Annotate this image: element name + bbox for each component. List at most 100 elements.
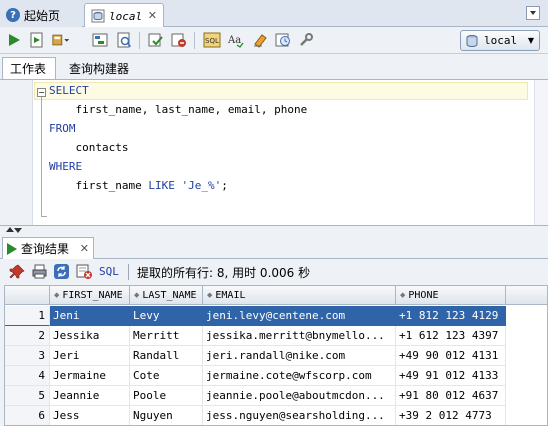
- cell-email[interactable]: jeni.levy@centene.com: [203, 306, 396, 326]
- toolbar-separator: [194, 32, 195, 49]
- autotrace-icon[interactable]: [115, 31, 133, 49]
- history-icon[interactable]: [274, 31, 292, 49]
- column-header-filler: [506, 286, 547, 305]
- cell-phone[interactable]: +39 2 012 4773: [396, 406, 506, 425]
- cell-phone[interactable]: +1 812 123 4129: [396, 306, 506, 326]
- table-row[interactable]: 1 Jeni Levy jeni.levy@centene.com +1 812 123…: [5, 306, 547, 326]
- column-header-label: PHONE: [408, 290, 439, 301]
- table-row[interactable]: 4 Jermaine Cote jermaine.cote@wfscorp.com +4…: [5, 366, 547, 386]
- tab-local-worksheet[interactable]: local ✕: [84, 3, 164, 28]
- sql-text: first_name, last_name, email, phone: [75, 103, 308, 116]
- current-line-highlight: [34, 82, 528, 100]
- code-line: FROM: [49, 120, 76, 138]
- code-line: contacts: [49, 139, 129, 157]
- results-toolbar: SQL 提取的所有行: 8, 用时 0.006 秒: [0, 259, 548, 284]
- column-header-first-name[interactable]: ◆ FIRST_NAME: [50, 286, 130, 305]
- fold-guide-end: [41, 216, 47, 217]
- tab-label: 查询构建器: [69, 61, 130, 76]
- results-tab-bar: 查询结果 ✕: [0, 235, 548, 259]
- pin-icon[interactable]: [9, 263, 26, 280]
- cell-phone[interactable]: +91 80 012 4637: [396, 386, 506, 406]
- rollback-icon[interactable]: [170, 31, 188, 49]
- commit-dropdown-icon[interactable]: [52, 31, 70, 49]
- cell-email[interactable]: jeri.randall@nike.com: [203, 346, 396, 366]
- database-icon: [466, 34, 478, 47]
- explain-plan-icon[interactable]: [91, 31, 109, 49]
- cell-last-name[interactable]: Levy: [130, 306, 203, 326]
- cell-phone[interactable]: +1 612 123 4397: [396, 326, 506, 346]
- format-icon[interactable]: Aa: [227, 31, 245, 49]
- tab-list-menu-icon[interactable]: [526, 6, 540, 20]
- column-header-label: FIRST_NAME: [62, 290, 123, 301]
- cell-first-name[interactable]: Jeannie: [50, 386, 130, 406]
- svg-text:Aa: Aa: [228, 35, 241, 46]
- table-row[interactable]: 5 Jeannie Poole jeannie.poole@aboutmcdon...…: [5, 386, 547, 406]
- cell-phone[interactable]: +49 91 012 4133: [396, 366, 506, 386]
- cell-first-name[interactable]: Jermaine: [50, 366, 130, 386]
- cell-last-name[interactable]: Cote: [130, 366, 203, 386]
- play-icon: [7, 242, 17, 255]
- help-icon: ?: [6, 8, 20, 22]
- cell-last-name[interactable]: Poole: [130, 386, 203, 406]
- editor-gutter: [0, 80, 33, 226]
- sort-icon: ◆: [134, 291, 140, 299]
- chevron-down-icon: ▼: [527, 36, 534, 45]
- tab-query-builder[interactable]: 查询构建器: [62, 57, 136, 79]
- cell-phone[interactable]: +49 90 012 4131: [396, 346, 506, 366]
- column-header-email[interactable]: ◆ EMAIL: [203, 286, 396, 305]
- row-number-header: [5, 286, 50, 305]
- close-icon[interactable]: ✕: [80, 242, 89, 255]
- cell-last-name[interactable]: Randall: [130, 346, 203, 366]
- row-number[interactable]: 5: [5, 386, 50, 406]
- tab-worksheet[interactable]: 工作表: [2, 57, 56, 79]
- row-number[interactable]: 2: [5, 326, 50, 346]
- cell-first-name[interactable]: Jessika: [50, 326, 130, 346]
- cell-email[interactable]: jess.nguyen@searsholding...: [203, 406, 396, 425]
- sql-tuning-icon[interactable]: SQL: [203, 31, 221, 49]
- row-number[interactable]: 1: [5, 306, 50, 326]
- sql-text: ;: [221, 179, 228, 192]
- cell-first-name[interactable]: Jeri: [50, 346, 130, 366]
- row-number[interactable]: 6: [5, 406, 50, 425]
- run-script-icon[interactable]: [28, 31, 46, 49]
- table-row[interactable]: 3 Jeri Randall jeri.randall@nike.com +49 90 …: [5, 346, 547, 366]
- column-header-phone[interactable]: ◆ PHONE: [396, 286, 506, 305]
- pane-splitter[interactable]: [0, 225, 548, 235]
- tab-label: local: [109, 9, 143, 23]
- code-line: SELECT: [49, 82, 89, 100]
- run-statement-icon[interactable]: [5, 31, 23, 49]
- close-icon[interactable]: ✕: [148, 9, 157, 22]
- cell-email[interactable]: jessika.merritt@bnymello...: [203, 326, 396, 346]
- refresh-icon[interactable]: [53, 263, 70, 280]
- table-row[interactable]: 2 Jessika Merritt jessika.merritt@bnymello.…: [5, 326, 547, 346]
- sql-editor[interactable]: − SELECT first_name, last_name, email, p…: [0, 79, 548, 226]
- cell-email[interactable]: jermaine.cote@wfscorp.com: [203, 366, 396, 386]
- row-number[interactable]: 3: [5, 346, 50, 366]
- cell-first-name[interactable]: Jeni: [50, 306, 130, 326]
- results-grid[interactable]: ◆ FIRST_NAME ◆ LAST_NAME ◆ EMAIL ◆ PHONE 1 Je…: [4, 285, 548, 426]
- cell-last-name[interactable]: Merritt: [130, 326, 203, 346]
- sort-icon: ◆: [400, 291, 406, 299]
- collapse-down-icon[interactable]: [14, 228, 22, 233]
- connection-name: local: [484, 34, 518, 47]
- clear-icon[interactable]: [251, 31, 269, 49]
- document-tab-bar: ? 起始页 local ✕: [0, 0, 548, 28]
- fold-toggle-icon[interactable]: −: [37, 88, 46, 97]
- cell-first-name[interactable]: Jess: [50, 406, 130, 425]
- tab-query-result[interactable]: 查询结果 ✕: [2, 237, 94, 259]
- table-row[interactable]: 6 Jess Nguyen jess.nguyen@searsholding... +3…: [5, 406, 547, 425]
- collapse-up-icon[interactable]: [6, 227, 14, 232]
- row-number[interactable]: 4: [5, 366, 50, 386]
- cancel-query-icon[interactable]: [76, 263, 93, 280]
- tab-start-page[interactable]: ? 起始页: [0, 3, 82, 27]
- sql-string: 'Je_%': [181, 179, 222, 192]
- cell-email[interactable]: jeannie.poole@aboutmcdon...: [203, 386, 396, 406]
- print-icon[interactable]: [31, 263, 48, 280]
- cell-last-name[interactable]: Nguyen: [130, 406, 203, 425]
- sql-link[interactable]: SQL: [99, 265, 119, 278]
- connection-select[interactable]: local ▼: [460, 30, 540, 51]
- editor-scrollbar[interactable]: [534, 80, 548, 226]
- commit-icon[interactable]: [147, 31, 165, 49]
- tools-icon[interactable]: [297, 31, 315, 49]
- column-header-last-name[interactable]: ◆ LAST_NAME: [130, 286, 203, 305]
